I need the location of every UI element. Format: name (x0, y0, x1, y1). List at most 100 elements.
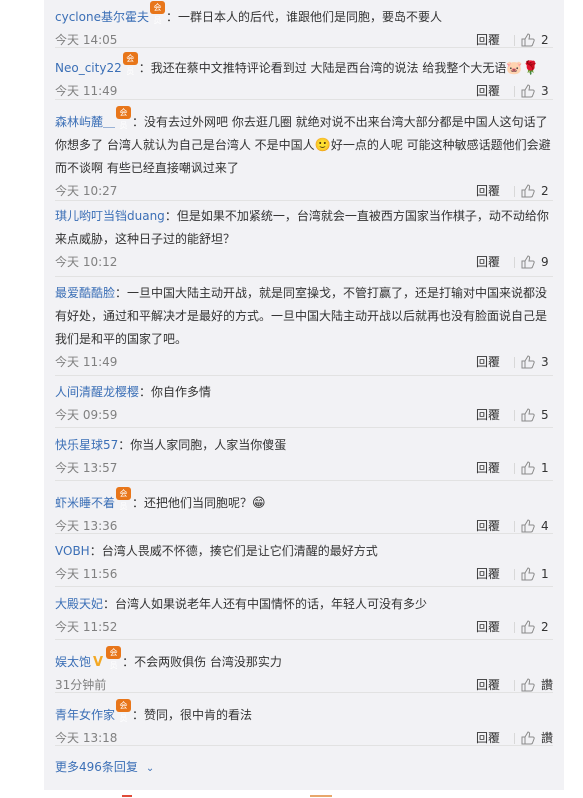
reply-button[interactable]: 回覆 (476, 457, 500, 479)
reply-button[interactable]: 回覆 (476, 563, 500, 585)
reply-button[interactable]: 回覆 (476, 80, 500, 102)
divider (514, 186, 515, 197)
decorative-mark (310, 795, 332, 797)
comment-time: 今天 10:27 (55, 184, 118, 198)
comment-meta: 今天 09:59 回覆 5 (55, 404, 553, 426)
comment-body: ：一群日本人的后代，谁跟他们是同胞，要岛不要人 (165, 10, 442, 24)
comment-username[interactable]: 最爱酷酷脸 (55, 286, 115, 300)
comment-body: ：赞同，很中肯的看法 (132, 708, 253, 722)
reply-button[interactable]: 回覆 (476, 351, 500, 373)
comment-text: 虾米睡不着会员 ：还把他们当同胞呢？😁 (55, 487, 553, 515)
thumbs-up-icon[interactable] (521, 184, 535, 198)
comment-panel: cyclone基尔霍夫会员 ：一群日本人的后代，谁跟他们是同胞，要岛不要人 今天 … (44, 0, 564, 798)
thumbs-up-icon[interactable] (521, 355, 535, 369)
comment-username[interactable]: 娱太饱 (55, 655, 91, 669)
divider (514, 410, 515, 421)
more-replies-link[interactable]: 更多496条回复 ⌄ (55, 758, 154, 778)
thumbs-up-icon[interactable] (521, 33, 535, 47)
comment-time: 今天 13:57 (55, 461, 118, 475)
comment-body: ：一旦中国大陆主动开战，就是同室操戈，不管打赢了，还是打输对中国来说都没有好处，… (55, 286, 548, 346)
comment-meta: 今天 11:49 回覆 3 (55, 80, 553, 102)
divider (514, 35, 515, 46)
comment-meta: 今天 11:52 回覆 2 (55, 616, 553, 638)
comment-username[interactable]: VOBH (55, 544, 90, 558)
comment-time: 今天 10:12 (55, 255, 118, 269)
comment-username[interactable]: cyclone基尔霍夫 (55, 10, 149, 24)
comment-text: 快乐星球57：你当人家同胞，人家当你傻蛋 (55, 434, 553, 457)
reply-button[interactable]: 回覆 (476, 515, 500, 537)
divider (514, 86, 515, 97)
comment-body: ：你当人家同胞，人家当你傻蛋 (118, 438, 287, 452)
comment-time: 今天 11:49 (55, 84, 118, 98)
reply-button[interactable]: 回覆 (476, 616, 500, 638)
member-badge-icon: 会员 (116, 106, 132, 130)
divider (514, 257, 515, 268)
reply-button[interactable]: 回覆 (476, 29, 500, 51)
comment-username[interactable]: 虾米睡不着 (55, 496, 115, 510)
comment-time: 今天 14:05 (55, 33, 118, 47)
like-count: 讚 (541, 678, 554, 692)
like-count: 3 (541, 355, 549, 369)
comment-meta: 今天 11:56 回覆 1 (55, 563, 553, 585)
thumbs-up-icon[interactable] (521, 408, 535, 422)
member-badge-icon: 会员 (116, 699, 132, 723)
comment-text: 大殿天妃：台湾人如果说老年人还有中国情怀的话，年轻人可没有多少 (55, 593, 553, 616)
comment-time: 今天 09:59 (55, 408, 118, 422)
comment-body: ：台湾人如果说老年人还有中国情怀的话，年轻人可没有多少 (103, 597, 428, 611)
comment-meta: 今天 10:27 回覆 2 (55, 180, 553, 202)
comment-item: 琪儿哟叮当铛duang：但是如果不加紧统一，台湾就会一直被西方国家当作棋子，动不… (55, 205, 553, 277)
comment-username[interactable]: 人间清醒龙樱樱 (55, 385, 139, 399)
comment-meta: 今天 10:12 回覆 9 (55, 251, 553, 273)
thumbs-up-icon[interactable] (521, 255, 535, 269)
thumbs-up-icon[interactable] (521, 731, 535, 745)
comment-text: 青年女作家会员 ：赞同，很中肯的看法 (55, 699, 553, 727)
comment-username[interactable]: 森林屿麓＿ (55, 115, 115, 129)
like-count: 2 (541, 184, 549, 198)
comment-username[interactable]: 大殿天妃 (55, 597, 103, 611)
thumbs-up-icon[interactable] (521, 84, 535, 98)
reply-button[interactable]: 回覆 (476, 251, 500, 273)
comment-text: 娱太饱 V会员 ：不会两败俱伤 台湾没那实力 (55, 646, 553, 674)
divider (514, 463, 515, 474)
thumbs-up-icon[interactable] (521, 620, 535, 634)
comment-body: ：你自作多情 (139, 385, 212, 399)
like-count: 2 (541, 33, 549, 47)
comment-username[interactable]: Neo_city22 (55, 61, 122, 75)
like-count: 9 (541, 255, 549, 269)
thumbs-up-icon[interactable] (521, 567, 535, 581)
thumbs-up-icon[interactable] (521, 519, 535, 533)
comment-text: VOBH：台湾人畏威不怀德，揍它们是让它们清醒的最好方式 (55, 540, 553, 563)
comment-username[interactable]: 琪儿哟叮当铛duang (55, 209, 165, 223)
like-count: 5 (541, 408, 549, 422)
bottom-edge (44, 790, 564, 798)
grin-emoji-icon: 😁 (252, 496, 266, 511)
comment-text: 森林屿麓＿会员 ：没有去过外网吧 你去逛几圈 就绝对说不出来台湾大部分都是中国人这… (55, 106, 553, 180)
comment-time: 31分钟前 (55, 678, 107, 692)
comment-body: ：台湾人畏威不怀德，揍它们是让它们清醒的最好方式 (89, 544, 378, 558)
reply-button[interactable]: 回覆 (476, 674, 500, 696)
verified-v-icon: V (93, 655, 104, 670)
comment-text: 人间清醒龙樱樱：你自作多情 (55, 381, 553, 404)
decorative-mark (122, 795, 132, 797)
thumbs-up-icon[interactable] (521, 461, 535, 475)
reply-button[interactable]: 回覆 (476, 404, 500, 426)
comment-text: 最爱酷酷脸：一旦中国大陆主动开战，就是同室操戈，不管打赢了，还是打输对中国来说都… (55, 282, 553, 351)
comment-item: 虾米睡不着会员 ：还把他们当同胞呢？😁 今天 13:36 回覆 4 (55, 486, 553, 534)
comment-item: VOBH：台湾人畏威不怀德，揍它们是让它们清醒的最好方式 今天 11:56 回覆… (55, 539, 553, 587)
comment-text: 琪儿哟叮当铛duang：但是如果不加紧统一，台湾就会一直被西方国家当作棋子，动不… (55, 205, 553, 251)
comment-item: 最爱酷酷脸：一旦中国大陆主动开战，就是同室操戈，不管打赢了，还是打输对中国来说都… (55, 281, 553, 376)
member-badge-icon: 会员 (116, 487, 132, 511)
reply-button[interactable]: 回覆 (476, 727, 500, 749)
reply-button[interactable]: 回覆 (476, 180, 500, 202)
comment-meta: 今天 11:49 回覆 3 (55, 351, 553, 373)
thumbs-up-icon[interactable] (521, 678, 535, 692)
comment-meta: 今天 14:05 回覆 2 (55, 29, 553, 51)
member-badge-icon: 会员 (122, 52, 138, 76)
like-count: 3 (541, 84, 549, 98)
member-badge-icon: 会员 (149, 1, 165, 25)
emoji-icon: 🙂 (314, 138, 331, 153)
comment-item: 大殿天妃：台湾人如果说老年人还有中国情怀的话，年轻人可没有多少 今天 11:52… (55, 592, 553, 640)
comment-time: 今天 13:36 (55, 519, 118, 533)
comment-username[interactable]: 快乐星球57 (55, 438, 118, 452)
comment-username[interactable]: 青年女作家 (55, 708, 115, 722)
